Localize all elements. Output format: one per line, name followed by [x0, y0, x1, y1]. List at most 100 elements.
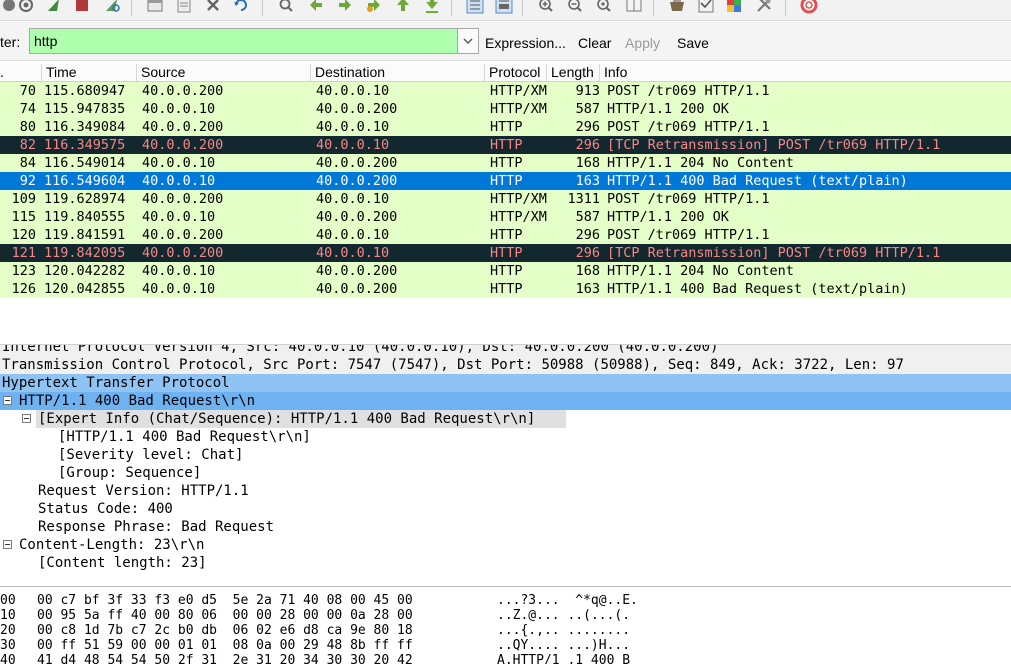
packet-row[interactable]: 84 116.549014 40.0.0.10 40.0.0.200 HTTP 168 HT…	[0, 154, 1011, 172]
packet-row[interactable]: 115 119.840555 40.0.0.10 40.0.0.200 HTTP/XM 5…	[0, 208, 1011, 226]
zoom-in-icon[interactable]	[537, 0, 555, 14]
coloring-rules-icon[interactable]	[725, 0, 743, 14]
packet-info: HTTP/1.1 204 No Content	[607, 155, 794, 171]
find-icon[interactable]	[277, 0, 295, 14]
packet-protocol: HTTP/XM	[490, 101, 547, 117]
detail-tree-item[interactable]: Request Version: HTTP/1.1	[0, 482, 1011, 500]
hex-row[interactable]: 10 00 95 5a ff 40 00 80 06 00 00 28 00 00…	[0, 608, 1011, 623]
preferences-icon[interactable]	[755, 0, 773, 14]
colorize-icon[interactable]	[466, 0, 484, 14]
collapse-icon[interactable]	[22, 414, 31, 423]
column-header-time[interactable]: Time	[41, 64, 77, 81]
packet-length: 296	[575, 245, 600, 261]
column-header-protocol[interactable]: Protocol	[484, 64, 540, 81]
detail-tree-item[interactable]: [Content length: 23]	[0, 554, 1011, 572]
reload-icon[interactable]	[232, 0, 250, 14]
hex-row[interactable]: 00 00 c7 bf 3f 33 f3 e0 d5 5e 2a 71 40 08…	[0, 593, 1011, 608]
packet-source: 40.0.0.200	[142, 137, 224, 153]
detail-tree-item[interactable]: [Group: Sequence]	[0, 464, 1011, 482]
detail-tree-item[interactable]: Status Code: 400	[0, 500, 1011, 518]
expression-button[interactable]: Expression...	[485, 35, 566, 51]
detail-text: Content-Length: 23\r\n	[19, 537, 205, 553]
detail-tree-item[interactable]: Hypertext Transfer Protocol	[0, 374, 1011, 392]
packet-time: 115.947835	[44, 101, 126, 117]
go-last-icon[interactable]	[423, 0, 441, 14]
close-file-icon[interactable]	[204, 0, 222, 14]
packet-time: 116.349084	[44, 119, 126, 135]
column-header-info[interactable]: Info	[599, 64, 627, 81]
detail-tree-item[interactable]: Internet Protocol Version 4, Src: 40.0.0…	[0, 344, 1011, 356]
hex-bytes: 00 c7 bf 3f 33 f3 e0 d5 5e 2a 71 40 08 0…	[37, 593, 413, 608]
detail-tree-item[interactable]: [Expert Info (Chat/Sequence): HTTP/1.1 4…	[22, 410, 566, 428]
detail-text: Request Version: HTTP/1.1	[38, 483, 249, 499]
packet-no: 74	[19, 101, 36, 117]
go-forward-icon[interactable]	[336, 0, 354, 14]
normal-size-icon[interactable]	[595, 0, 613, 14]
packet-row[interactable]: 121 119.842095 40.0.0.200 40.0.0.10 HTTP 296 […	[0, 244, 1011, 262]
packet-row[interactable]: 70 115.680947 40.0.0.200 40.0.0.10 HTTP/XM 91…	[0, 82, 1011, 100]
save-button[interactable]: Save	[677, 35, 709, 51]
reload-file-icon[interactable]	[103, 0, 121, 14]
red-square-icon[interactable]	[73, 0, 91, 14]
detail-tree-item[interactable]: HTTP/1.1 400 Bad Request\r\n	[0, 392, 1011, 410]
detail-tree-item[interactable]: [Severity level: Chat]	[0, 446, 1011, 464]
detail-text: Internet Protocol Version 4, Src: 40.0.0…	[2, 344, 719, 355]
hex-row[interactable]: 40 41 d4 48 54 54 50 2f 31 2e 31 20 34 30…	[0, 653, 1011, 664]
packet-row[interactable]: 82 116.349575 40.0.0.200 40.0.0.10 HTTP 296 [T…	[0, 136, 1011, 154]
apply-button[interactable]: Apply	[625, 35, 660, 51]
packet-destination: 40.0.0.200	[316, 209, 398, 225]
column-header-source[interactable]: Source	[136, 64, 185, 81]
resize-columns-icon[interactable]	[625, 0, 643, 14]
hex-bytes: 41 d4 48 54 54 50 2f 31 2e 31 20 34 30 3…	[37, 653, 413, 664]
clear-button[interactable]: Clear	[578, 35, 611, 51]
packet-row[interactable]: 80 116.349084 40.0.0.200 40.0.0.10 HTTP 296 PO…	[0, 118, 1011, 136]
column-header-length[interactable]: Length	[546, 64, 594, 81]
filter-dropdown-button[interactable]	[457, 28, 479, 54]
help-icon[interactable]	[800, 0, 818, 14]
open-folder-icon[interactable]	[146, 0, 164, 14]
capture-filters-icon[interactable]	[668, 0, 686, 14]
restart-icon[interactable]	[17, 0, 35, 14]
column-header-no[interactable]: .	[0, 64, 4, 81]
zoom-out-icon[interactable]	[566, 0, 584, 14]
hex-row[interactable]: 30 00 ff 51 59 00 00 01 01 08 0a 00 29 48…	[0, 638, 1011, 653]
packet-row[interactable]: 126 120.042855 40.0.0.10 40.0.0.200 HTTP 163 H…	[0, 280, 1011, 298]
detail-tree-item[interactable]: [HTTP/1.1 400 Bad Request\r\n]	[0, 428, 1011, 446]
detail-text: [Content length: 23]	[38, 555, 207, 571]
collapse-icon[interactable]	[3, 396, 12, 405]
hex-offset: 10	[0, 608, 16, 623]
detail-tree-item[interactable]: Response Phrase: Bad Request	[0, 518, 1011, 536]
save-file-icon[interactable]	[175, 0, 193, 14]
packet-time: 116.549014	[44, 155, 126, 171]
packet-row[interactable]: 92 116.549604 40.0.0.10 40.0.0.200 HTTP 163 HT…	[0, 172, 1011, 190]
go-first-icon[interactable]	[394, 0, 412, 14]
packet-length: 296	[575, 137, 600, 153]
packet-length: 1311	[567, 191, 600, 207]
packet-destination: 40.0.0.200	[316, 281, 398, 297]
collapse-icon[interactable]	[3, 540, 12, 549]
autoscroll-icon[interactable]	[495, 0, 513, 14]
packet-bytes-pane[interactable]: 00 00 c7 bf 3f 33 f3 e0 d5 5e 2a 71 40 08…	[0, 586, 1011, 664]
packet-details-tree[interactable]: Internet Protocol Version 4, Src: 40.0.0…	[0, 344, 1011, 586]
packet-no: 84	[19, 155, 36, 171]
stop-icon[interactable]	[0, 0, 18, 14]
display-filter-input[interactable]	[29, 28, 457, 54]
go-back-icon[interactable]	[307, 0, 325, 14]
detail-tree-item[interactable]: Content-Length: 23\r\n	[0, 536, 1011, 554]
packet-no: 70	[19, 83, 36, 99]
packet-row[interactable]: 120 119.841591 40.0.0.200 40.0.0.10 HTTP 296 P…	[0, 226, 1011, 244]
packet-protocol: HTTP/XM	[490, 191, 547, 207]
column-header-destination[interactable]: Destination	[310, 64, 385, 81]
go-to-packet-icon[interactable]	[365, 0, 383, 14]
packet-row[interactable]: 123 120.042282 40.0.0.10 40.0.0.200 HTTP 168 H…	[0, 262, 1011, 280]
detail-tree-item[interactable]: Transmission Control Protocol, Src Port:…	[0, 356, 1011, 374]
shark-fin-icon[interactable]	[45, 0, 63, 14]
packet-list[interactable]: 70 115.680947 40.0.0.200 40.0.0.10 HTTP/XM 91…	[0, 82, 1011, 344]
packet-protocol: HTTP	[490, 263, 523, 279]
packet-protocol: HTTP	[490, 173, 523, 189]
display-filters-icon[interactable]	[697, 0, 715, 14]
packet-row[interactable]: 74 115.947835 40.0.0.10 40.0.0.200 HTTP/XM 58…	[0, 100, 1011, 118]
hex-row[interactable]: 20 00 c8 1d 7b c7 2c b0 db 06 02 e6 d8 ca…	[0, 623, 1011, 638]
packet-row[interactable]: 109 119.628974 40.0.0.200 40.0.0.10 HTTP/XM 1…	[0, 190, 1011, 208]
display-filter-bar: ter: Expression... Clear Apply Save	[0, 22, 1011, 61]
